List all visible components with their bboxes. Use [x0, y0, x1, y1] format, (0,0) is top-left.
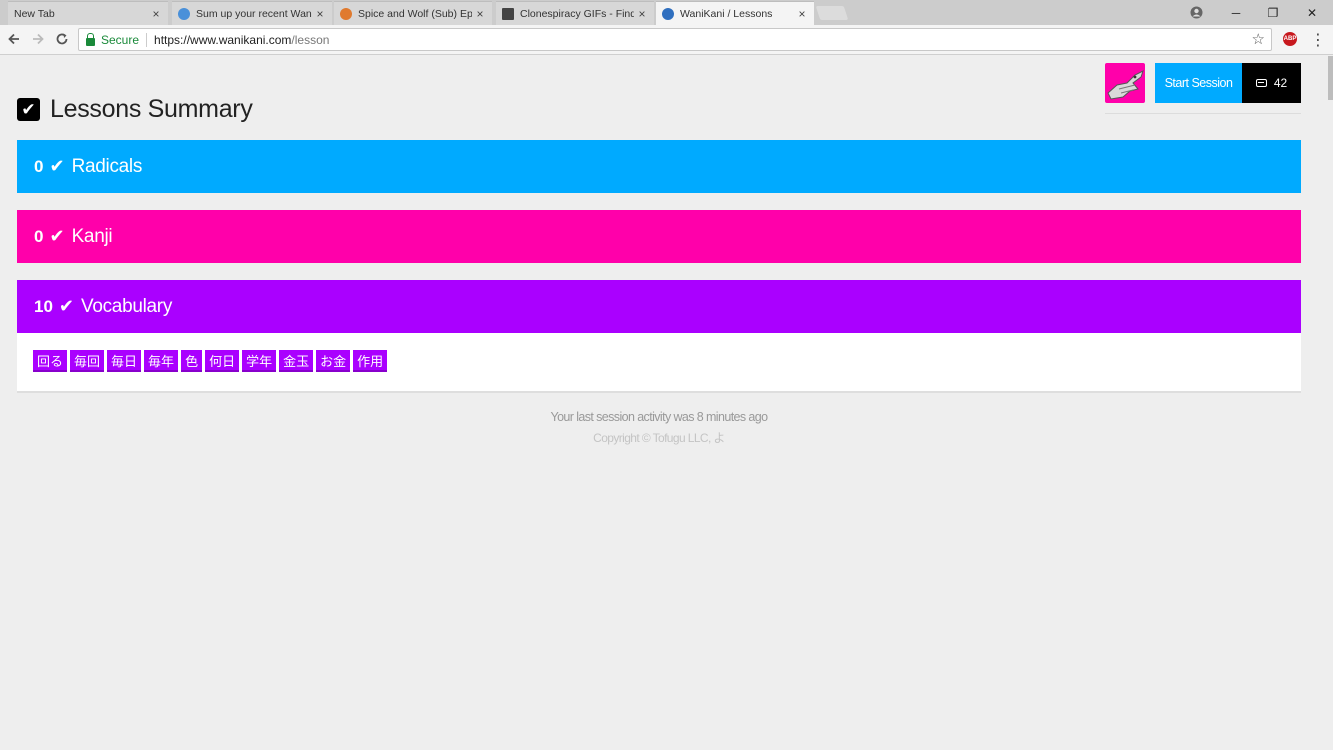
vocab-item[interactable]: 毎日 [107, 350, 142, 372]
close-icon[interactable]: × [472, 7, 488, 21]
tab-spice-and-wolf[interactable]: Spice and Wolf (Sub) Epi × [334, 1, 492, 25]
checkbox-icon: ✔ [17, 98, 40, 121]
vocab-item[interactable]: 学年 [242, 350, 277, 372]
check-icon: ✔ [58, 296, 75, 316]
vocab-item[interactable]: 何日 [205, 350, 240, 372]
tab-wanikani-summary[interactable]: Sum up your recent Wan × [172, 1, 332, 25]
secure-label: Secure [101, 32, 140, 47]
tab-title: Spice and Wolf (Sub) Epi [358, 7, 472, 20]
vocab-item[interactable]: お金 [316, 350, 351, 372]
vocabulary-item-list: 回る 毎回 毎日 毎年 色 何日 学年 金玉 お金 作用 [17, 333, 1301, 393]
forward-button[interactable] [28, 29, 48, 49]
scrollbar[interactable] [1328, 56, 1333, 100]
check-icon: ✔ [49, 226, 65, 246]
kanji-section-header: 0 ✔ Kanji [17, 210, 1301, 263]
back-button[interactable] [4, 29, 24, 49]
crunchyroll-icon [340, 7, 352, 20]
close-icon[interactable]: × [312, 7, 328, 21]
bookmark-star-icon[interactable]: ☆ [1252, 30, 1265, 48]
reload-icon [56, 33, 68, 45]
radicals-section-header: 0 ✔ Radicals [17, 140, 1301, 193]
last-activity-text: Your last session activity was 8 minutes… [550, 410, 768, 424]
close-icon[interactable]: × [634, 7, 650, 21]
radicals-label: Radicals [71, 155, 143, 177]
check-icon: ✔ [49, 156, 65, 176]
giphy-icon [502, 7, 514, 20]
vocab-item[interactable]: 毎回 [70, 350, 105, 372]
close-window-button[interactable]: ✕ [1294, 0, 1330, 25]
vocabulary-section-header: 10 ✔ Vocabulary [17, 280, 1301, 333]
wanikani-icon [662, 8, 674, 20]
vocab-item[interactable]: 作用 [353, 350, 388, 372]
divider [146, 32, 148, 47]
minimize-button[interactable]: ─ [1218, 0, 1254, 25]
lock-icon [86, 32, 95, 46]
inbox-icon [1255, 79, 1267, 87]
crocodile-avatar-icon [1107, 70, 1144, 100]
arrow-left-icon [8, 33, 19, 45]
vocab-item[interactable]: 毎年 [144, 350, 179, 372]
vocab-item[interactable]: 金玉 [279, 350, 314, 372]
address-bar[interactable]: Secure https://www.wanikani.com/lesson ☆ [78, 28, 1272, 51]
new-tab-button[interactable] [815, 6, 849, 20]
tab-title: Clonespiracy GIFs - Find [520, 7, 634, 20]
url-host: https://www.wanikani.com [154, 32, 292, 47]
vocab-item[interactable]: 回る [33, 350, 68, 372]
vocab-item[interactable]: 色 [181, 350, 203, 372]
browser-toolbar: Secure https://www.wanikani.com/lesson ☆ [0, 25, 1333, 55]
vocabulary-label: Vocabulary [81, 295, 173, 317]
kanji-label: Kanji [71, 225, 113, 247]
url-path: /lesson [291, 32, 330, 47]
queue-count: 42 [1273, 76, 1288, 90]
radicals-count: 0 [34, 156, 44, 176]
globe-icon [178, 7, 190, 20]
arrow-right-icon [33, 33, 44, 45]
copyright-text: Copyright © Tofugu LLC, よ [593, 431, 725, 445]
vocabulary-count: 10 [34, 296, 53, 316]
tab-clonespiracy[interactable]: Clonespiracy GIFs - Find × [496, 1, 654, 25]
lesson-queue-button[interactable]: 42 [1242, 63, 1301, 103]
tab-title: WaniKani / Lessons [680, 8, 773, 20]
tab-wanikani-lessons[interactable]: WaniKani / Lessons × [656, 1, 814, 26]
page-title: Lessons Summary [50, 95, 253, 123]
reload-button[interactable] [52, 29, 72, 49]
close-icon[interactable]: × [794, 7, 810, 21]
avatar[interactable] [1105, 63, 1145, 103]
restore-button[interactable]: ❐ [1255, 0, 1291, 25]
kanji-count: 0 [34, 226, 44, 246]
header-divider [1105, 113, 1301, 114]
tab-strip: New Tab × Sum up your recent Wan × Spice… [0, 0, 1333, 26]
close-icon[interactable]: × [148, 7, 164, 21]
profile-icon[interactable] [1178, 0, 1214, 25]
tab-new-tab[interactable]: New Tab × [8, 1, 168, 25]
tab-title: New Tab [14, 7, 55, 20]
start-session-button[interactable]: Start Session [1155, 63, 1242, 103]
adblock-plus-icon[interactable]: ABP [1283, 32, 1297, 46]
tab-title: Sum up your recent Wan [196, 7, 312, 20]
browser-menu-icon[interactable]: ⋮ [1310, 30, 1326, 50]
